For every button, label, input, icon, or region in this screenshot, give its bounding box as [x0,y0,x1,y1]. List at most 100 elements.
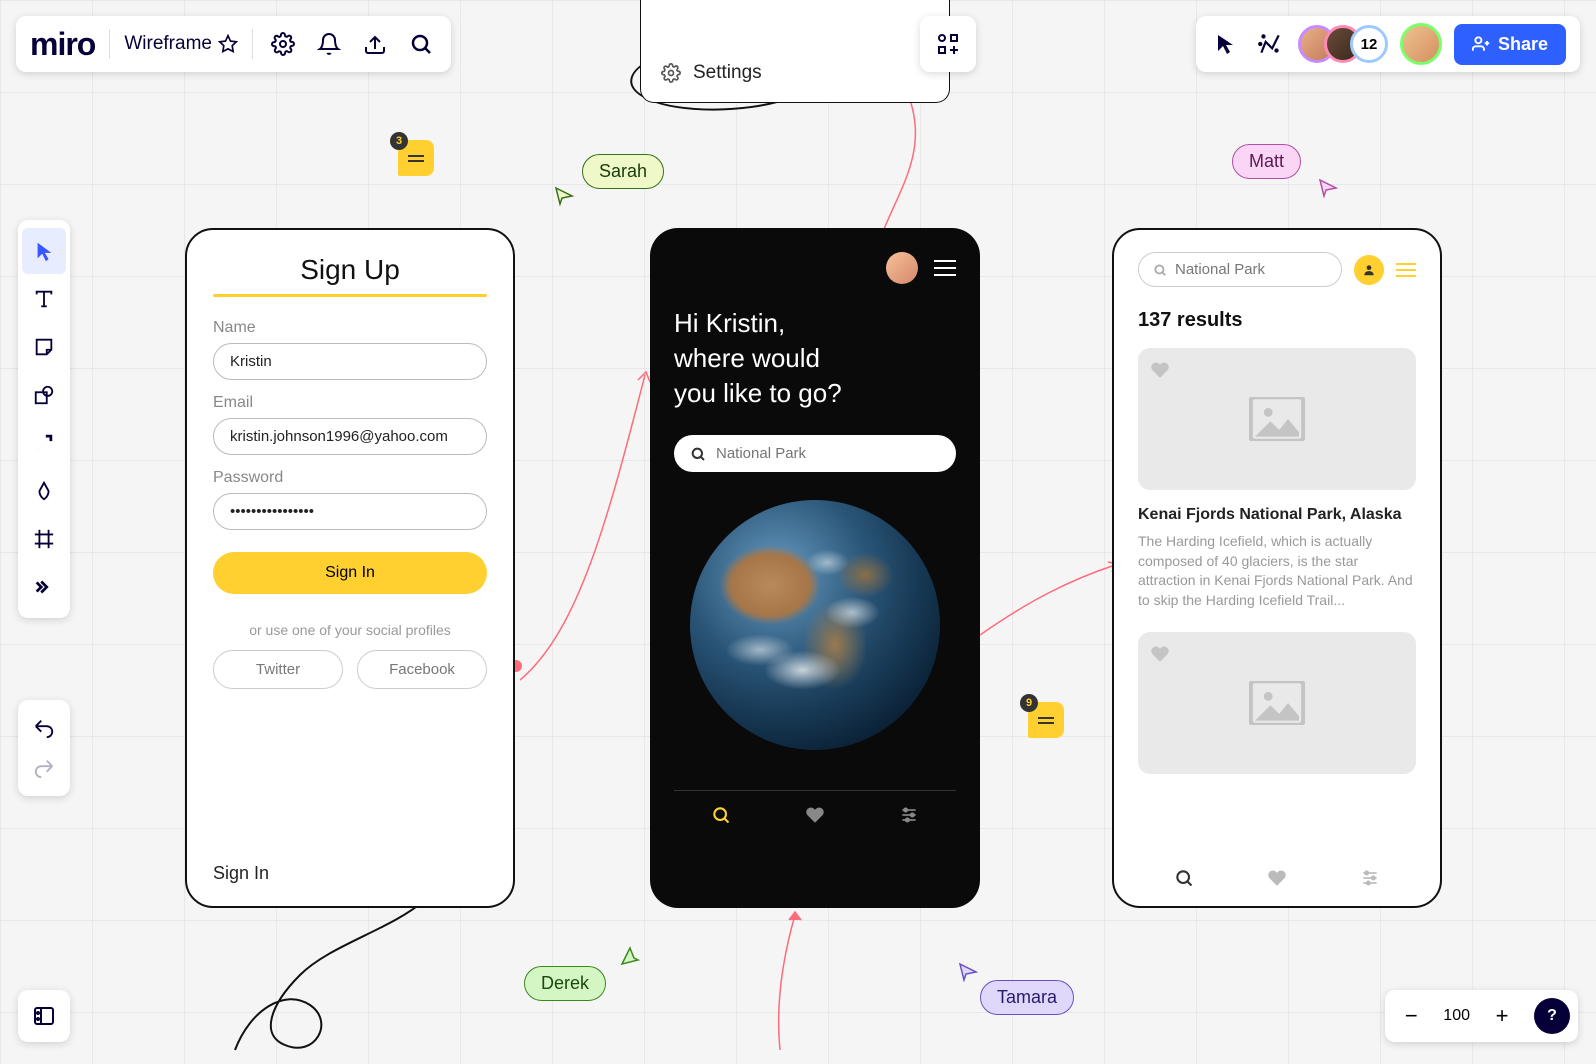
nav-filter-icon[interactable] [899,805,919,825]
divider [213,294,487,297]
board-name[interactable]: Wireframe [124,33,238,55]
search-field[interactable] [716,445,940,462]
heart-icon[interactable] [1150,644,1170,664]
password-input[interactable] [213,493,487,530]
cursor-label-derek: Derek [524,966,606,1001]
search-button[interactable] [405,28,437,60]
cursor-label-matt: Matt [1232,144,1301,179]
more-tools[interactable] [22,564,66,610]
user-icon[interactable] [1354,255,1384,285]
frames-panel-button[interactable] [18,990,70,1042]
current-user-avatar[interactable] [1400,23,1442,65]
settings-label[interactable]: Settings [693,62,762,84]
zoom-value[interactable]: 100 [1443,1007,1470,1025]
email-label: Email [213,394,487,412]
divider [109,29,110,59]
search-input[interactable]: National Park [1138,252,1342,287]
undo-button[interactable] [22,708,66,748]
nav-heart-icon[interactable] [1267,868,1287,888]
undo-rail [18,700,70,796]
export-button[interactable] [359,28,391,60]
share-button[interactable]: Share [1454,24,1566,65]
notifications-button[interactable] [313,28,345,60]
mockup-results[interactable]: National Park 137 results Kenai Fjords N… [1112,228,1442,908]
text-tool[interactable] [22,276,66,322]
settings-dropdown[interactable]: Settings [640,0,950,103]
image-placeholder-icon [1249,681,1305,725]
gear-icon [661,63,681,83]
search-input[interactable] [674,435,956,472]
signup-title: Sign Up [213,254,487,286]
frame-tool[interactable] [22,516,66,562]
divider [674,790,956,791]
divider [252,29,253,59]
help-button[interactable]: ? [1534,998,1570,1034]
signin-submit-button[interactable]: Sign In [213,552,487,594]
menu-icon[interactable] [934,260,956,276]
reactions-button[interactable] [1254,28,1286,60]
nav-search-icon[interactable] [1174,868,1194,888]
search-icon [1153,263,1167,277]
cursor-label-sarah: Sarah [582,154,664,189]
arrow-tool[interactable] [22,420,66,466]
result-title[interactable]: Kenai Fjords National Park, Alaska [1138,506,1416,524]
name-input[interactable] [213,343,487,380]
name-label: Name [213,319,487,337]
earth-image [690,500,940,750]
cursor-icon [620,946,640,966]
nav-heart-icon[interactable] [805,805,825,825]
avatar[interactable] [886,252,918,284]
pen-tool[interactable] [22,468,66,514]
comment-pin[interactable]: 9 [1028,702,1064,738]
zoom-out-button[interactable]: − [1393,998,1429,1034]
comment-count: 3 [390,132,408,150]
collaborator-avatars[interactable]: 12 [1298,25,1388,63]
comment-count: 9 [1020,694,1038,712]
signin-link[interactable]: Sign In [213,863,269,884]
shape-tool[interactable] [22,372,66,418]
bottom-nav [1138,868,1416,888]
miro-logo[interactable]: miro [30,26,95,63]
nav-filter-icon[interactable] [1360,868,1380,888]
select-tool[interactable] [22,228,66,274]
search-icon [690,446,706,462]
email-input[interactable] [213,418,487,455]
greeting-text: Hi Kristin, where would you like to go? [674,306,956,411]
board-name-text: Wireframe [124,33,212,55]
result-description: The Harding Icefield, which is actually … [1138,532,1416,610]
result-card-image[interactable] [1138,348,1416,490]
mockup-home[interactable]: Hi Kristin, where would you like to go? [650,228,980,908]
greeting-line: Hi Kristin, [674,306,956,341]
apps-button[interactable] [920,16,976,72]
comment-pin[interactable]: 3 [398,140,434,176]
topbar-right: 12 Share [1196,16,1580,72]
star-icon[interactable] [218,34,238,54]
bottom-nav [674,805,956,825]
result-card-image[interactable] [1138,632,1416,774]
image-placeholder-icon [1249,397,1305,441]
twitter-button[interactable]: Twitter [213,650,343,689]
tool-rail [18,220,70,618]
comment-icon [408,155,424,162]
menu-icon[interactable] [1396,263,1416,277]
zoom-in-button[interactable]: + [1484,998,1520,1034]
search-value: National Park [1175,261,1265,278]
cursor-icon [958,962,978,982]
facebook-button[interactable]: Facebook [357,650,487,689]
heart-icon[interactable] [1150,360,1170,380]
nav-search-icon[interactable] [711,805,731,825]
topbar-left: miro Wireframe [16,16,451,72]
share-label: Share [1498,34,1548,55]
redo-button[interactable] [22,748,66,788]
or-text: or use one of your social profiles [213,622,487,638]
greeting-line: where would [674,341,956,376]
share-icon [1472,35,1490,53]
sticky-note-tool[interactable] [22,324,66,370]
cursor-icon [1318,178,1338,198]
settings-button[interactable] [267,28,299,60]
mockup-signup[interactable]: Sign Up Name Email Password Sign In or u… [185,228,515,908]
comment-icon [1038,717,1054,724]
collaborator-count[interactable]: 12 [1350,25,1388,63]
cursor-mode-button[interactable] [1210,28,1242,60]
results-count: 137 results [1138,309,1416,332]
